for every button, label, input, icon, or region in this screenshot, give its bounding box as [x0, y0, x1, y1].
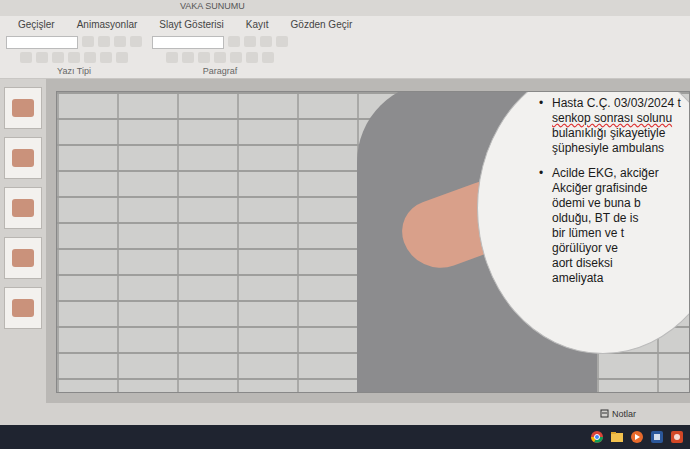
tool-button[interactable] [20, 52, 32, 63]
tool-button[interactable] [198, 52, 210, 63]
tool-button[interactable] [244, 36, 256, 47]
ribbon-tools: Yazı Tipi Paragraf [0, 33, 690, 78]
font-box[interactable] [152, 36, 224, 49]
ribbon: VAKA SUNUMU Geçişler Animasyonlar Slayt Gös… [0, 0, 690, 79]
tool-button[interactable] [166, 52, 178, 63]
text-line: Hasta C.Ç. 03/03/2024 t [552, 96, 681, 111]
text-line: şüphesiyle ambulans [552, 141, 681, 156]
media-icon[interactable] [630, 430, 644, 444]
text-line: senkop sonrası solunu [552, 111, 681, 126]
slide-text[interactable]: •Hasta C.Ç. 03/03/2024 tsenkop sonrası s… [539, 96, 689, 286]
slide-stage: •Hasta C.Ç. 03/03/2024 tsenkop sonrası s… [46, 79, 690, 403]
slide[interactable]: •Hasta C.Ç. 03/03/2024 tsenkop sonrası s… [56, 91, 690, 393]
slide-paragraph: •Acilde EKG, akciğerAkciğer grafisindeöd… [539, 166, 689, 286]
text-line: olduğu, BT de is [552, 211, 659, 226]
bullet: • [539, 166, 547, 286]
thumbnail-picture [12, 249, 34, 267]
slide-paragraph: •Hasta C.Ç. 03/03/2024 tsenkop sonrası s… [539, 96, 689, 156]
slide-thumbnail[interactable] [4, 87, 42, 129]
tool-button[interactable] [214, 52, 226, 63]
notes-icon [600, 409, 609, 420]
thumbnail-picture [12, 149, 34, 167]
tool-row [6, 36, 142, 49]
ribbon-tab[interactable]: Animasyonlar [73, 18, 142, 31]
text-line: Acilde EKG, akciğer [552, 166, 659, 181]
thumbnail-picture [12, 299, 34, 317]
ribbon-tab[interactable]: Geçişler [14, 18, 59, 31]
tool-button[interactable] [116, 52, 128, 63]
slide-thumbnail[interactable] [4, 137, 42, 179]
taskbar [0, 425, 690, 449]
status-bar: Notlar [0, 403, 690, 425]
tool-button[interactable] [100, 52, 112, 63]
tool-row [20, 52, 128, 63]
tool-button[interactable] [230, 52, 242, 63]
text-line: bulanıklığı şikayetiyle [552, 126, 681, 141]
chrome-icon[interactable] [590, 430, 604, 444]
powerpoint-icon[interactable] [670, 430, 684, 444]
slide-thumbnail[interactable] [4, 237, 42, 279]
notes-label: Notlar [612, 409, 636, 419]
tool-button[interactable] [84, 52, 96, 63]
tool-button[interactable] [82, 36, 94, 47]
paragraph-lines: Acilde EKG, akciğerAkciğer grafisindeöde… [552, 166, 659, 286]
text-line: Akciğer grafisinde [552, 181, 659, 196]
ribbon-tab[interactable]: Slayt Gösterisi [155, 18, 227, 31]
tool-button[interactable] [260, 36, 272, 47]
text-line: bir lümen ve t [552, 226, 659, 241]
tool-button[interactable] [228, 36, 240, 47]
text-line: görülüyor ve [552, 241, 659, 256]
tool-button[interactable] [276, 36, 288, 47]
tool-button[interactable] [98, 36, 110, 47]
thumbnail-picture [12, 199, 34, 217]
tool-row [152, 36, 288, 49]
folder-icon[interactable] [610, 430, 624, 444]
tool-button[interactable] [52, 52, 64, 63]
text-line: ödemi ve buna b [552, 196, 659, 211]
notes-button[interactable]: Notlar [600, 409, 636, 420]
ribbon-group: Yazı Tipi [6, 36, 142, 76]
tool-button[interactable] [68, 52, 80, 63]
thumbnail-panel [0, 79, 46, 403]
ribbon-tabs: Geçişler Animasyonlar Slayt Gösterisi Kayıt… [0, 16, 690, 33]
font-box[interactable] [6, 36, 78, 49]
group-label: Paragraf [203, 66, 238, 76]
thumbnail-picture [12, 99, 34, 117]
slide-thumbnail[interactable] [4, 287, 42, 329]
tool-button[interactable] [114, 36, 126, 47]
paragraph-lines: Hasta C.Ç. 03/03/2024 tsenkop sonrası so… [552, 96, 681, 156]
text-line: ameliyata [552, 271, 659, 286]
tool-button[interactable] [262, 52, 274, 63]
tool-button[interactable] [246, 52, 258, 63]
tool-button[interactable] [130, 36, 142, 47]
word-icon[interactable] [650, 430, 664, 444]
ribbon-tab[interactable]: Kayıt [242, 18, 273, 31]
workspace: •Hasta C.Ç. 03/03/2024 tsenkop sonrası s… [0, 79, 690, 403]
window-title: VAKA SUNUMU [180, 1, 245, 15]
tool-row [166, 52, 274, 63]
powerpoint-window: VAKA SUNUMU Geçişler Animasyonlar Slayt Gös… [0, 0, 690, 449]
title-bar: VAKA SUNUMU [0, 0, 690, 16]
group-label: Yazı Tipi [57, 66, 91, 76]
bullet: • [539, 96, 547, 156]
ribbon-group: Paragraf [152, 36, 288, 76]
tool-button[interactable] [36, 52, 48, 63]
text-line: aort diseksi [552, 256, 659, 271]
ribbon-tab[interactable]: Gözden Geçir [287, 18, 357, 31]
slide-thumbnail[interactable] [4, 187, 42, 229]
tool-button[interactable] [182, 52, 194, 63]
